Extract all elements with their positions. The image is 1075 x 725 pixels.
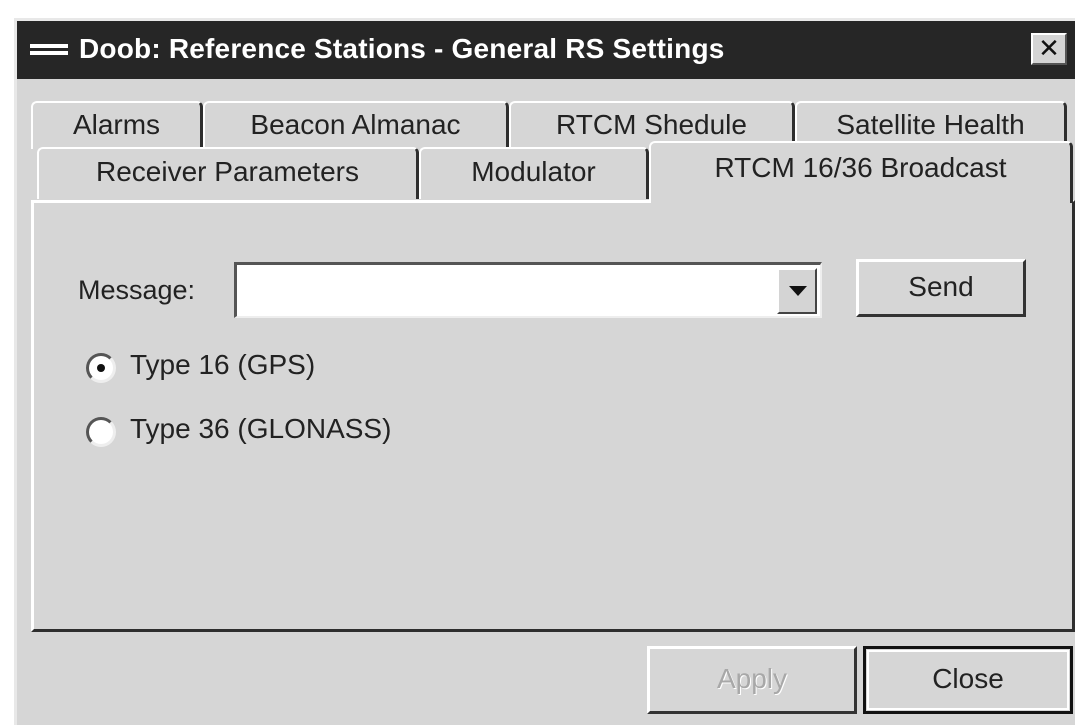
window-title: Doob: Reference Stations - General RS Se… — [79, 33, 725, 64]
radio-label[interactable]: Type 36 (GLONASS) — [130, 413, 391, 445]
tab-alarms[interactable]: Alarms — [31, 101, 203, 149]
radio-selected-dot — [97, 364, 105, 372]
radio-label[interactable]: Type 16 (GPS) — [130, 349, 315, 381]
apply-button[interactable]: Apply — [647, 646, 857, 714]
tab-receiver-parameters[interactable]: Receiver Parameters — [37, 147, 419, 199]
close-icon[interactable]: ✕ — [1031, 33, 1067, 65]
tab-panel: Message: Send Type 16 (GPS) Type 36 (GLO… — [31, 200, 1075, 632]
radio-circle[interactable] — [86, 417, 116, 447]
window-menu-icon[interactable] — [30, 43, 68, 57]
dropdown-button[interactable] — [777, 268, 817, 314]
send-button[interactable]: Send — [856, 259, 1026, 317]
tab-rtcm-broadcast[interactable]: RTCM 16/36 Broadcast — [649, 141, 1073, 203]
close-button[interactable]: Close — [863, 646, 1073, 714]
message-combobox[interactable] — [234, 262, 822, 318]
title-bar[interactable]: Doob: Reference Stations - General RS Se… — [17, 21, 1075, 79]
radio-circle[interactable] — [86, 353, 116, 383]
chevron-down-icon — [789, 286, 807, 296]
dialog-window: Doob: Reference Stations - General RS Se… — [14, 18, 1075, 725]
tab-beacon-almanac[interactable]: Beacon Almanac — [203, 101, 509, 149]
message-label: Message: — [78, 275, 196, 305]
tab-modulator[interactable]: Modulator — [419, 147, 649, 199]
